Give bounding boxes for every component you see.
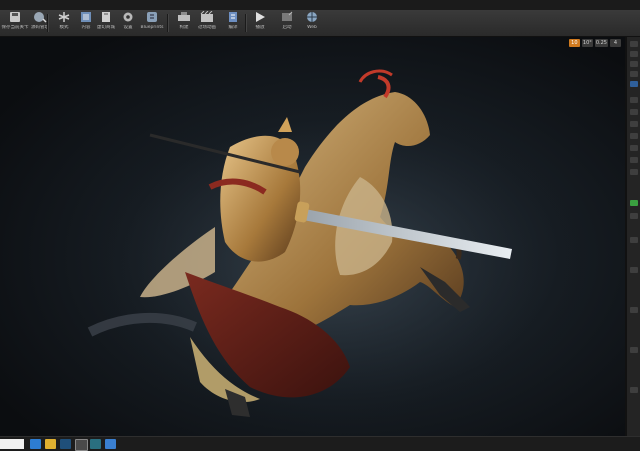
rotation-snap-value: 10° [582,40,592,46]
compile-label: 编译 [228,25,238,30]
panel-control[interactable] [630,121,638,127]
play-label: 播放 [255,25,265,30]
scale-snap-value: 0.25 [595,40,607,46]
play-button[interactable]: 播放 [246,11,274,35]
web-button[interactable]: Web [298,11,326,35]
taskbar-search-box[interactable] [0,439,24,449]
cinematics-button[interactable]: 过场动画 [193,10,221,35]
panel-control[interactable] [630,347,638,353]
unreal-icon[interactable] [75,439,88,451]
os-taskbar [0,436,640,451]
panel-control[interactable] [630,387,638,393]
viewport-render [70,69,590,436]
web-label: Web [307,25,317,30]
grid-snap-value: 10 [571,40,578,46]
save-label: 保存当前关卡 [1,25,29,30]
launch-icon [273,11,301,25]
panel-control[interactable] [630,81,638,87]
camera-speed-button[interactable]: 4 [610,39,621,47]
compile-button[interactable]: 编译 [219,11,247,35]
save-icon [1,11,29,25]
panel-control[interactable] [630,307,638,313]
steam-icon[interactable] [60,439,71,449]
panel-control[interactable] [630,109,638,115]
save-button[interactable]: 保存当前关卡 [1,11,29,35]
launch-label: 启动 [282,25,292,30]
panel-control[interactable] [630,157,638,163]
panel-control[interactable] [630,41,638,47]
panel-control[interactable] [630,71,638,77]
cinematics-icon [193,10,221,25]
blueprints-icon [138,11,166,25]
panel-control[interactable] [630,97,638,103]
launch-button[interactable]: 启动 [273,11,301,35]
panel-control[interactable] [630,133,638,139]
panel-control[interactable] [630,267,638,273]
level-viewport[interactable]: 10 10° 0.25 4 [0,37,625,436]
panel-control[interactable] [630,169,638,175]
toolbar-separator [167,14,169,32]
main-toolbar: 保存当前关卡 源码管理 模式 内容 虚幻商城 设置 Blueprints 构建 … [0,10,640,37]
rotation-snap-toggle[interactable]: 10° [581,39,593,47]
viewport-controls: 10 10° 0.25 4 [568,39,621,48]
grid-snap-toggle[interactable]: 10 [568,39,580,47]
panel-control[interactable] [630,61,638,67]
panel-control[interactable] [630,51,638,57]
windows-app-icon[interactable] [30,439,41,449]
details-panel-strip [626,37,640,436]
panel-control[interactable] [630,237,638,243]
blueprints-button[interactable]: Blueprints [138,11,166,35]
globe-icon [298,11,326,25]
app-icon[interactable] [90,439,101,449]
panel-control[interactable] [630,145,638,151]
blueprints-label: Blueprints [140,25,164,30]
toolbar-separator [47,14,49,32]
browser-icon[interactable] [105,439,116,449]
compile-icon [219,11,247,25]
camera-speed-value: 4 [613,40,618,46]
play-icon [246,11,274,25]
folder-icon[interactable] [45,439,56,449]
panel-control[interactable] [630,213,638,219]
add-component-button[interactable] [630,200,638,206]
scale-snap-toggle[interactable]: 0.25 [594,39,608,47]
cinematics-label: 过场动画 [198,25,216,30]
